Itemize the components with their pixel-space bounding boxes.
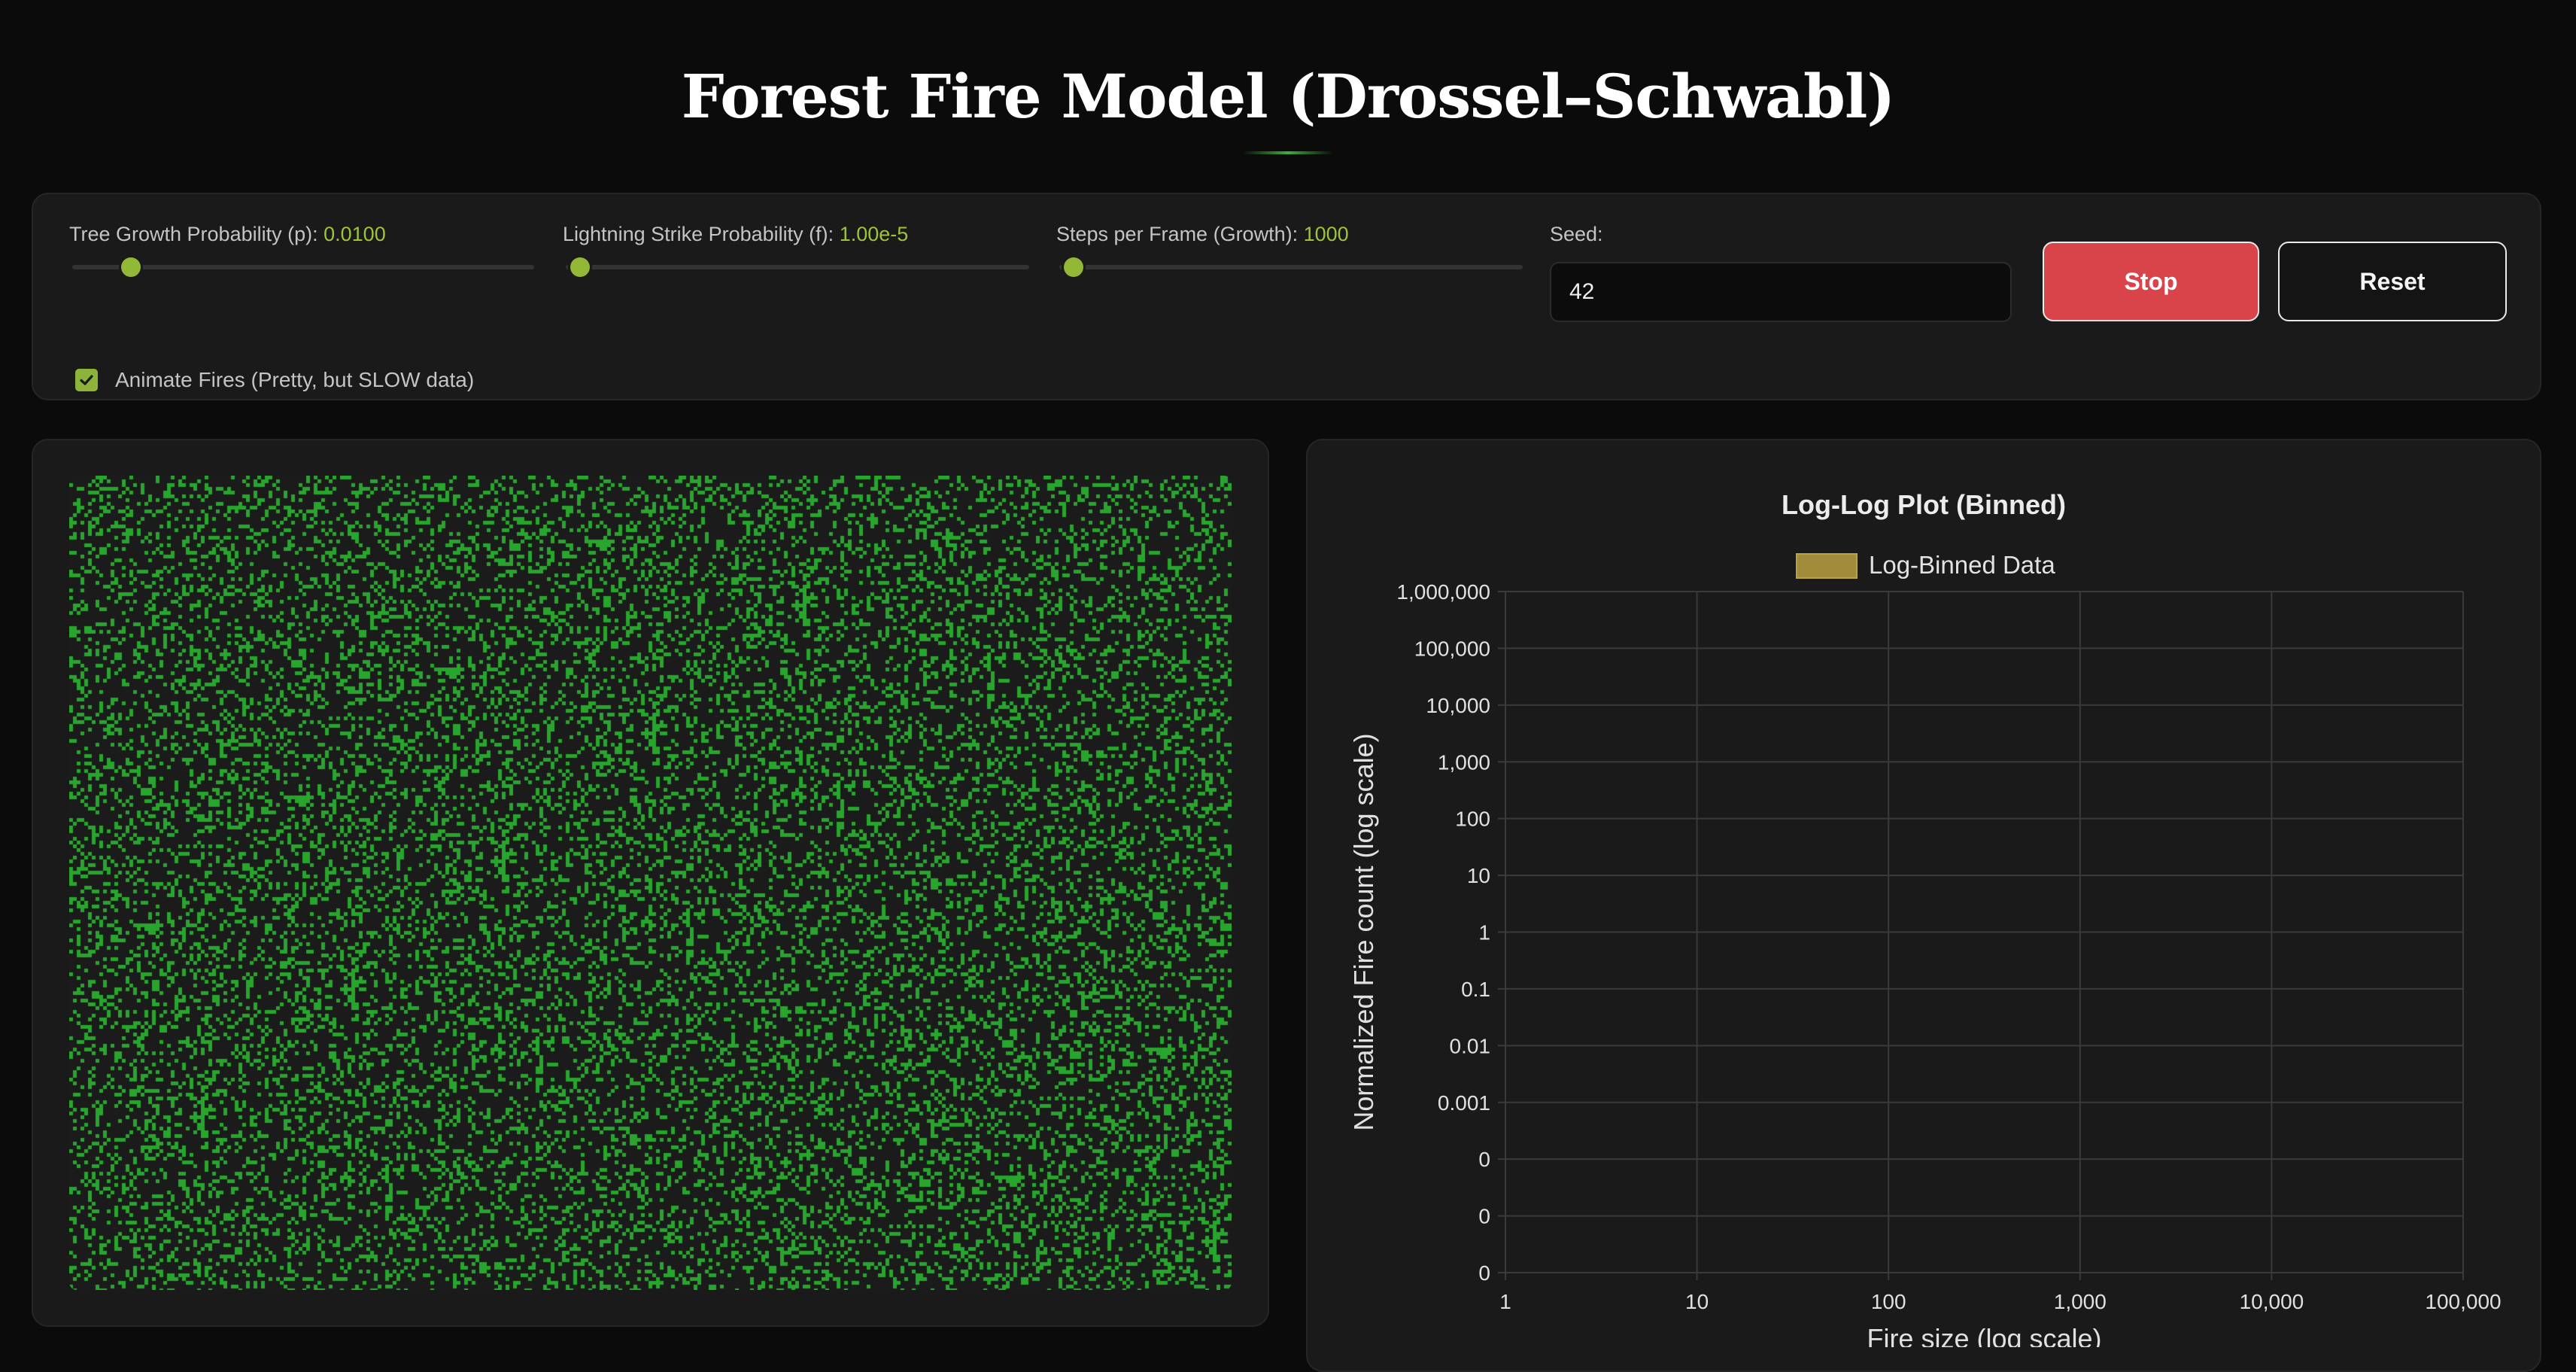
y-tick-label: 1: [1478, 921, 1490, 945]
animate-fires-label: Animate Fires (Pretty, but SLOW data): [115, 368, 475, 391]
lightning-probability-value: 1.00e-5: [839, 223, 909, 245]
animate-fires-checkbox[interactable]: [75, 369, 98, 391]
growth-probability-label-text: Tree Growth Probability (p):: [69, 223, 318, 245]
lightning-probability-slider[interactable]: [566, 265, 1029, 269]
x-tick-label: 100: [1871, 1290, 1906, 1313]
growth-probability-slider[interactable]: [72, 265, 534, 269]
page-title: Forest Fire Model (Drossel–Schwabl): [681, 61, 1895, 132]
y-tick-label: 10,000: [1426, 694, 1490, 717]
forest-grid-canvas[interactable]: [69, 476, 1232, 1290]
y-tick-label: 0.001: [1438, 1091, 1490, 1115]
growth-probability-value: 0.0100: [324, 223, 386, 245]
x-axis-label: Fire size (log scale): [1867, 1323, 2101, 1347]
title-underline: [1243, 151, 1333, 154]
steps-per-frame-value: 1000: [1303, 223, 1349, 245]
y-axis-label: Normalized Fire count (log scale): [1348, 733, 1379, 1130]
y-tick-label: 1,000,000: [1396, 580, 1490, 604]
lightning-probability-slider-thumb[interactable]: [570, 257, 590, 277]
steps-per-frame-slider[interactable]: [1059, 265, 1523, 269]
y-tick-label: 1,000: [1438, 750, 1490, 774]
y-tick-label: 0.1: [1461, 978, 1490, 1001]
x-tick-label: 10,000: [2240, 1290, 2304, 1313]
growth-probability-label: Tree Growth Probability (p): 0.0100: [69, 223, 386, 246]
steps-per-frame-label-text: Steps per Frame (Growth):: [1056, 223, 1299, 245]
seed-label: Seed:: [1550, 223, 1603, 245]
reset-button[interactable]: Reset: [2278, 242, 2507, 321]
x-tick-label: 1,000: [2054, 1290, 2107, 1313]
check-icon: [80, 375, 93, 385]
x-tick-label: 1: [1499, 1290, 1511, 1313]
x-tick-label: 10: [1685, 1290, 1709, 1313]
y-tick-label: 100,000: [1414, 637, 1490, 660]
y-tick-label: 0: [1478, 1261, 1490, 1285]
y-tick-label: 0: [1478, 1148, 1490, 1171]
x-tick-label: 100,000: [2425, 1290, 2501, 1313]
lightning-probability-label: Lightning Strike Probability (f): 1.00e-…: [563, 223, 908, 246]
y-tick-label: 0.01: [1450, 1034, 1491, 1057]
log-log-chart: 1,000,000100,00010,0001,0001001010.10.01…: [1348, 580, 2502, 1347]
y-tick-label: 0: [1478, 1205, 1490, 1228]
lightning-probability-label-text: Lightning Strike Probability (f):: [563, 223, 834, 245]
y-tick-label: 10: [1467, 864, 1490, 887]
steps-per-frame-label: Steps per Frame (Growth): 1000: [1056, 223, 1349, 246]
steps-per-frame-slider-thumb[interactable]: [1063, 257, 1083, 277]
y-tick-label: 100: [1455, 808, 1490, 831]
growth-probability-slider-thumb[interactable]: [120, 257, 141, 277]
stop-button[interactable]: Stop: [2043, 242, 2259, 321]
seed-input[interactable]: [1550, 262, 2012, 322]
